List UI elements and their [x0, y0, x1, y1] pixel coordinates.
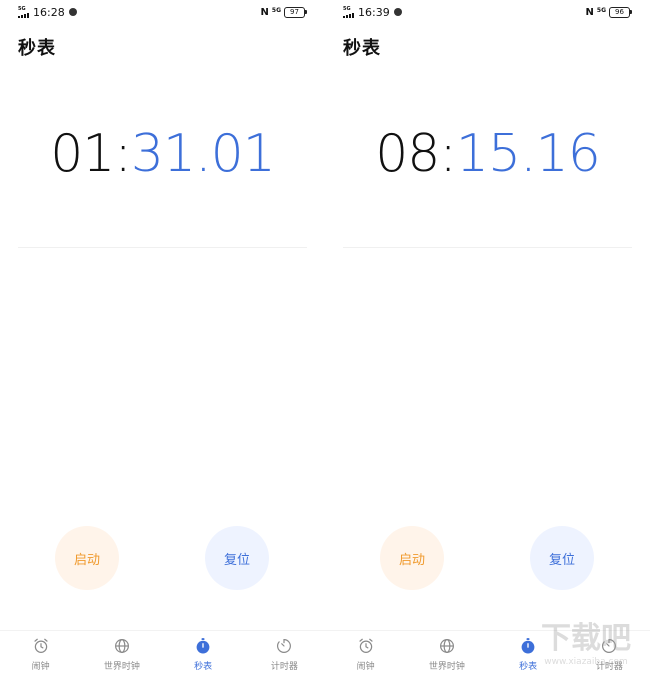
signal-icon: 5G	[343, 5, 354, 18]
divider	[343, 247, 632, 248]
bottom-nav: 闹钟 世界时钟 秒表 计时器	[325, 630, 650, 678]
reset-button[interactable]: 复位	[205, 526, 269, 590]
tab-world-clock[interactable]: 世界时钟	[406, 631, 487, 678]
tab-alarm[interactable]: 闹钟	[325, 631, 406, 678]
bottom-nav: 闹钟 世界时钟 秒表 计时器	[0, 630, 325, 678]
stopwatch-icon	[196, 638, 210, 654]
tab-world-clock-label: 世界时钟	[428, 662, 465, 672]
tab-alarm[interactable]: 闹钟	[0, 631, 81, 678]
stopwatch-icon	[521, 638, 535, 654]
signal-icon: 5G	[18, 5, 29, 18]
nfc-icon: N	[585, 6, 594, 18]
stopwatch-readout: 01:31.01	[0, 122, 325, 186]
page-title: 秒表	[343, 38, 381, 59]
alarm-clock-icon	[359, 638, 373, 653]
battery-icon: 97	[284, 6, 307, 18]
tab-timer-label: 计时器	[595, 662, 623, 672]
5g-icon: 5G	[596, 6, 606, 14]
battery-level: 96	[609, 6, 630, 18]
comparison-screenshot: 5G 16:28 N 5G 97 秒表 01:31.01 启动 复位 闹钟 世界…	[0, 0, 650, 678]
start-button[interactable]: 启动	[380, 526, 444, 590]
notification-icon	[68, 8, 77, 16]
tab-stopwatch-label: 秒表	[519, 662, 538, 672]
tab-stopwatch[interactable]: 秒表	[488, 631, 569, 678]
status-time: 16:39	[358, 5, 390, 19]
page-title: 秒表	[18, 38, 56, 59]
battery-icon: 96	[609, 6, 632, 18]
status-bar: 5G 16:39 N 5G 96	[343, 4, 632, 20]
status-bar: 5G 16:28 N 5G 97	[18, 4, 307, 20]
elapsed-seconds: 15.16	[455, 124, 601, 184]
tab-alarm-label: 闹钟	[356, 662, 375, 672]
phone-screen-right: 5G 16:39 N 5G 96 秒表 08:15.16 启动 复位 闹钟 世界…	[325, 0, 650, 678]
tab-timer[interactable]: 计时器	[569, 631, 650, 678]
tab-stopwatch-label: 秒表	[194, 662, 213, 672]
tab-timer[interactable]: 计时器	[244, 631, 325, 678]
status-time: 16:28	[33, 5, 65, 19]
tab-timer-label: 计时器	[270, 662, 298, 672]
notification-icon	[393, 8, 402, 16]
reset-button[interactable]: 复位	[530, 526, 594, 590]
network-type: 5G	[343, 5, 351, 12]
timer-icon	[602, 639, 617, 653]
phone-screen-left: 5G 16:28 N 5G 97 秒表 01:31.01 启动 复位 闹钟 世界…	[0, 0, 325, 678]
start-button[interactable]: 启动	[55, 526, 119, 590]
alarm-clock-icon	[34, 638, 48, 653]
globe-icon	[439, 639, 454, 653]
tab-world-clock-label: 世界时钟	[103, 662, 140, 672]
5g-icon: 5G	[271, 6, 281, 14]
timer-icon	[277, 639, 292, 653]
elapsed-minutes: 08:	[375, 124, 457, 184]
tab-stopwatch[interactable]: 秒表	[163, 631, 244, 678]
network-type: 5G	[18, 5, 26, 12]
tab-world-clock[interactable]: 世界时钟	[81, 631, 162, 678]
stopwatch-readout: 08:15.16	[325, 122, 650, 186]
nfc-icon: N	[260, 6, 269, 18]
elapsed-minutes: 01:	[50, 124, 132, 184]
battery-level: 97	[284, 6, 305, 18]
divider	[18, 247, 307, 248]
elapsed-seconds: 31.01	[130, 124, 276, 184]
tab-alarm-label: 闹钟	[31, 662, 50, 672]
globe-icon	[114, 639, 129, 653]
